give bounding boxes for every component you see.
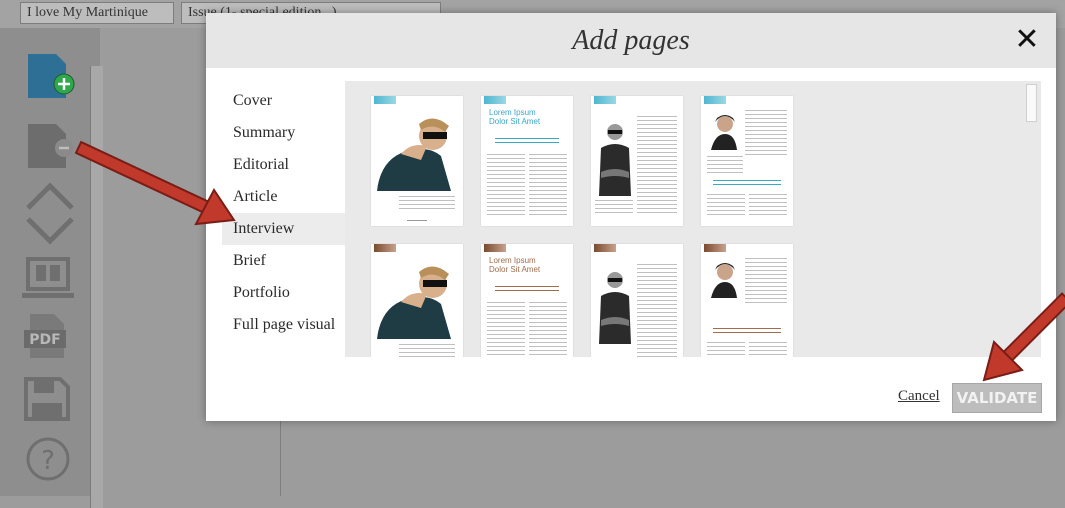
portrait-photo — [377, 118, 451, 191]
portrait-photo — [711, 115, 737, 150]
category-portfolio[interactable]: Portfolio — [222, 277, 345, 309]
portrait-photo — [711, 263, 737, 298]
help-label: ? — [41, 446, 55, 476]
template-thumbnail[interactable] — [591, 244, 683, 357]
template-thumbnail[interactable] — [371, 244, 463, 357]
portrait-photo — [599, 124, 631, 196]
category-editorial[interactable]: Editorial — [222, 149, 345, 181]
gallery-scrollbar[interactable] — [1025, 81, 1039, 357]
add-page-icon[interactable] — [22, 50, 78, 98]
workarea-divider — [280, 420, 281, 496]
portrait-photo — [599, 272, 631, 344]
breadcrumb-magazine[interactable]: I love My Martinique — [20, 2, 174, 24]
category-article[interactable]: Article — [222, 181, 345, 213]
portrait-photo — [377, 266, 451, 339]
dialog-title: Add pages — [572, 25, 690, 56]
category-full-page-visual[interactable]: Full page visual — [222, 309, 345, 341]
template-title: Lorem Ipsum Dolor Sit Amet — [489, 256, 541, 274]
template-thumbnail[interactable] — [701, 244, 793, 357]
category-cover[interactable]: Cover — [222, 85, 345, 117]
save-icon[interactable] — [22, 375, 78, 423]
cancel-link[interactable]: Cancel — [898, 388, 940, 405]
validate-button[interactable]: VALIDATE — [952, 383, 1042, 413]
category-interview[interactable]: Interview — [222, 213, 345, 245]
template-thumbnail[interactable]: Lorem Ipsum Dolor Sit Amet — [481, 244, 573, 357]
add-pages-dialog: Add pages ✕ Cover Summary Editorial Arti… — [206, 13, 1056, 421]
template-thumbnail[interactable] — [371, 96, 463, 226]
help-icon[interactable]: ? — [22, 435, 78, 483]
template-title: Lorem Ipsum Dolor Sit Amet — [489, 108, 541, 126]
sidebar-scrollbar[interactable] — [90, 66, 103, 508]
pdf-export-icon[interactable]: PDF — [22, 312, 78, 360]
pdf-label: PDF — [29, 332, 60, 348]
template-gallery[interactable]: Lorem Ipsum Dolor Sit Amet Lorem Ipsum D… — [345, 81, 1041, 357]
dialog-header: Add pages ✕ — [206, 13, 1056, 68]
template-thumbnail[interactable] — [701, 96, 793, 226]
preview-screen-icon[interactable] — [22, 255, 78, 303]
category-brief[interactable]: Brief — [222, 245, 345, 277]
page-type-list: Cover Summary Editorial Article Intervie… — [222, 85, 345, 341]
template-thumbnail[interactable] — [591, 96, 683, 226]
gallery-scroll-thumb[interactable] — [1026, 84, 1037, 122]
remove-page-icon[interactable] — [22, 120, 78, 168]
category-summary[interactable]: Summary — [222, 117, 345, 149]
template-thumbnail[interactable]: Lorem Ipsum Dolor Sit Amet — [481, 96, 573, 226]
close-icon[interactable]: ✕ — [1012, 23, 1042, 57]
